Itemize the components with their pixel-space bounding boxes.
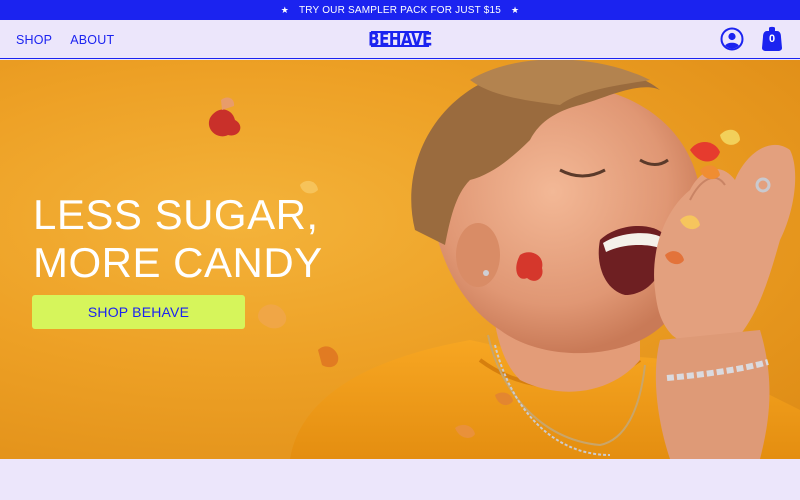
cart-count: 0	[768, 33, 776, 45]
logo-text: BEHAVE	[368, 27, 432, 51]
hero-headline-line2: MORE CANDY	[33, 239, 323, 286]
hero-headline: LESS SUGAR, MORE CANDY	[33, 191, 323, 287]
account-button[interactable]	[720, 27, 744, 51]
user-circle-icon	[720, 27, 744, 51]
site-header: SHOP ABOUT BEHAVE 0	[0, 20, 800, 59]
nav-item-shop[interactable]: SHOP	[16, 33, 52, 47]
logo-bottom-bar	[371, 45, 429, 47]
hero-headline-line1: LESS SUGAR,	[33, 191, 319, 238]
brand-logo[interactable]: BEHAVE	[368, 27, 432, 51]
hero-banner: LESS SUGAR, MORE CANDY SHOP BEHAVE	[0, 60, 800, 459]
announcement-text[interactable]: TRY OUR SAMPLER PACK FOR JUST $15	[299, 5, 501, 16]
main-nav: SHOP ABOUT	[16, 20, 114, 59]
nav-item-about[interactable]: ABOUT	[70, 33, 114, 47]
announcement-bar: ★ TRY OUR SAMPLER PACK FOR JUST $15 ★	[0, 0, 800, 20]
cart-button[interactable]: 0	[761, 26, 783, 52]
below-fold-section	[0, 459, 800, 500]
shop-behave-button[interactable]: SHOP BEHAVE	[32, 295, 245, 329]
star-icon: ★	[511, 4, 520, 15]
star-icon: ★	[280, 4, 289, 15]
